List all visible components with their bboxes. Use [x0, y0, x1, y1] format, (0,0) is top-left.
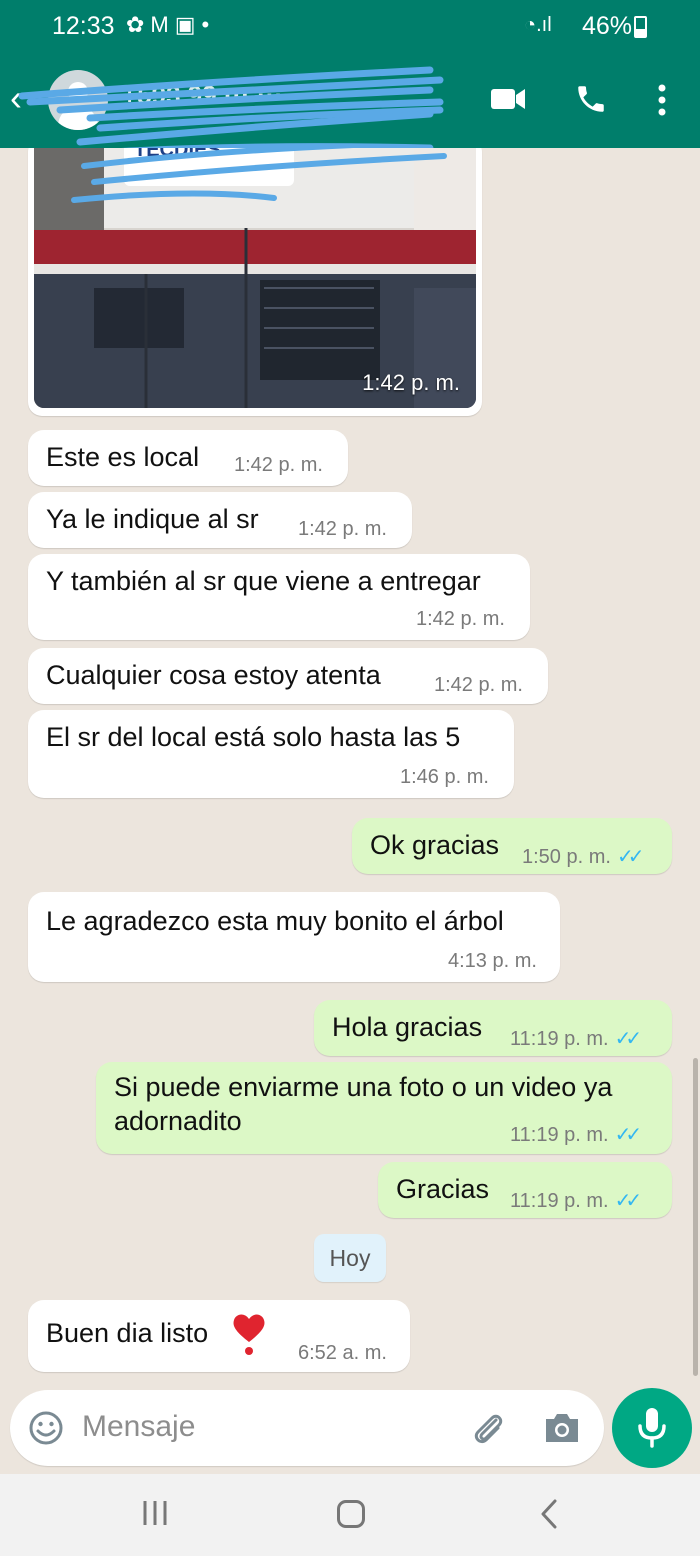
message-text-line1: Si puede enviarme una foto o un video ya — [114, 1072, 613, 1102]
incoming-message[interactable]: Ya le indique al sr 1:42 p. m. — [28, 492, 412, 548]
message-input[interactable]: Mensaje — [10, 1390, 604, 1466]
message-text: Cualquier cosa estoy atenta — [46, 660, 381, 690]
message-time: 11:19 p. m. ✓✓ — [510, 1124, 642, 1146]
message-text: Le agradezco esta muy bonito el árbol — [46, 906, 504, 936]
status-bar: 12:33 ✿M▣• ◔.ıl 46% — [0, 0, 700, 52]
read-receipt-icon: ✓✓ — [614, 1124, 642, 1146]
more-vert-icon[interactable] — [652, 82, 672, 118]
read-receipt-icon: ✓✓ — [616, 846, 644, 868]
home-icon[interactable] — [337, 1500, 365, 1528]
message-text: Gracias — [396, 1174, 490, 1204]
message-text: Y también al sr que viene a entregar — [46, 566, 481, 596]
notification-icons: ✿M▣• — [126, 12, 216, 37]
emoji-icon[interactable] — [28, 1410, 64, 1446]
message-text: Hola gracias — [332, 1012, 483, 1042]
message-time: 11:19 p. m. ✓✓ — [510, 1028, 642, 1050]
incoming-message[interactable]: Y también al sr que viene a entregar 1:4… — [28, 554, 530, 640]
outgoing-message[interactable]: Ok gracias 1:50 p. m. ✓✓ — [352, 818, 672, 874]
message-text: Ya le indique al sr — [46, 504, 259, 534]
status-time: 12:33 — [52, 12, 115, 40]
message-time: 6:52 a. m. — [298, 1342, 387, 1364]
attach-icon[interactable] — [468, 1408, 508, 1448]
message-time: 11:19 p. m. ✓✓ — [510, 1190, 642, 1212]
date-divider: Hoy — [314, 1234, 386, 1282]
battery-icon — [634, 16, 647, 38]
message-time: 1:42 p. m. — [434, 674, 523, 696]
read-receipt-icon: ✓✓ — [614, 1028, 642, 1050]
message-time: 1:42 p. m. — [298, 518, 387, 540]
battery-percent: 46% — [582, 12, 633, 40]
recents-icon[interactable] — [140, 1498, 170, 1528]
message-input-bar: Mensaje — [0, 1388, 700, 1474]
message-time: 1:42 p. m. — [234, 454, 323, 476]
message-placeholder: Mensaje — [82, 1410, 196, 1443]
signal-icon: ◔.ıl — [524, 14, 552, 36]
outgoing-message[interactable]: Si puede enviarme una foto o un video ya… — [96, 1062, 672, 1154]
outgoing-message[interactable]: Gracias 11:19 p. m. ✓✓ — [378, 1162, 672, 1218]
phone-icon[interactable] — [574, 82, 608, 116]
incoming-message[interactable]: Le agradezco esta muy bonito el árbol 4:… — [28, 892, 560, 982]
message-text: Este es local — [46, 442, 200, 472]
heart-exclamation-icon — [233, 1314, 265, 1355]
image-message[interactable]: TECDIES 1:42 p. m. — [28, 148, 482, 416]
read-receipt-icon: ✓✓ — [614, 1190, 642, 1212]
message-text: Buen dia listo — [46, 1318, 209, 1348]
incoming-message[interactable]: Este es local 1:42 p. m. — [28, 430, 348, 486]
incoming-message[interactable]: El sr del local está solo hasta las 5 1:… — [28, 710, 514, 798]
message-text-line2: adornadito — [114, 1106, 242, 1136]
incoming-message[interactable]: Buen dia listo 6:52 a. m. — [28, 1300, 410, 1372]
message-time: 1:50 p. m. ✓✓ — [522, 846, 644, 868]
message-text: El sr del local está solo hasta las 5 — [46, 722, 461, 752]
nav-back-icon[interactable] — [538, 1498, 560, 1530]
storefront-photo: TECDIES — [34, 148, 476, 408]
chat-header: ‹ +593 99 ··· ···· — [0, 52, 700, 212]
photo-thumbnail[interactable]: TECDIES 1:42 p. m. — [34, 148, 476, 408]
chat-messages[interactable]: TECDIES 1:42 p. m. Este es local 1:42 p.… — [0, 148, 700, 1388]
system-navigation-bar — [0, 1474, 700, 1556]
camera-icon[interactable] — [542, 1410, 582, 1446]
message-time: 1:42 p. m. — [362, 370, 460, 395]
message-text: Ok gracias — [370, 830, 500, 860]
incoming-message[interactable]: Cualquier cosa estoy atenta 1:42 p. m. — [28, 648, 548, 704]
message-time: 1:42 p. m. — [416, 608, 505, 630]
mic-icon — [638, 1408, 666, 1448]
outgoing-message[interactable]: Hola gracias 11:19 p. m. ✓✓ — [314, 1000, 672, 1056]
message-time: 1:46 p. m. — [400, 766, 489, 788]
scrollbar[interactable] — [693, 1058, 698, 1376]
mic-button[interactable] — [612, 1388, 692, 1468]
video-call-icon[interactable] — [490, 86, 526, 112]
message-time: 4:13 p. m. — [448, 950, 537, 972]
